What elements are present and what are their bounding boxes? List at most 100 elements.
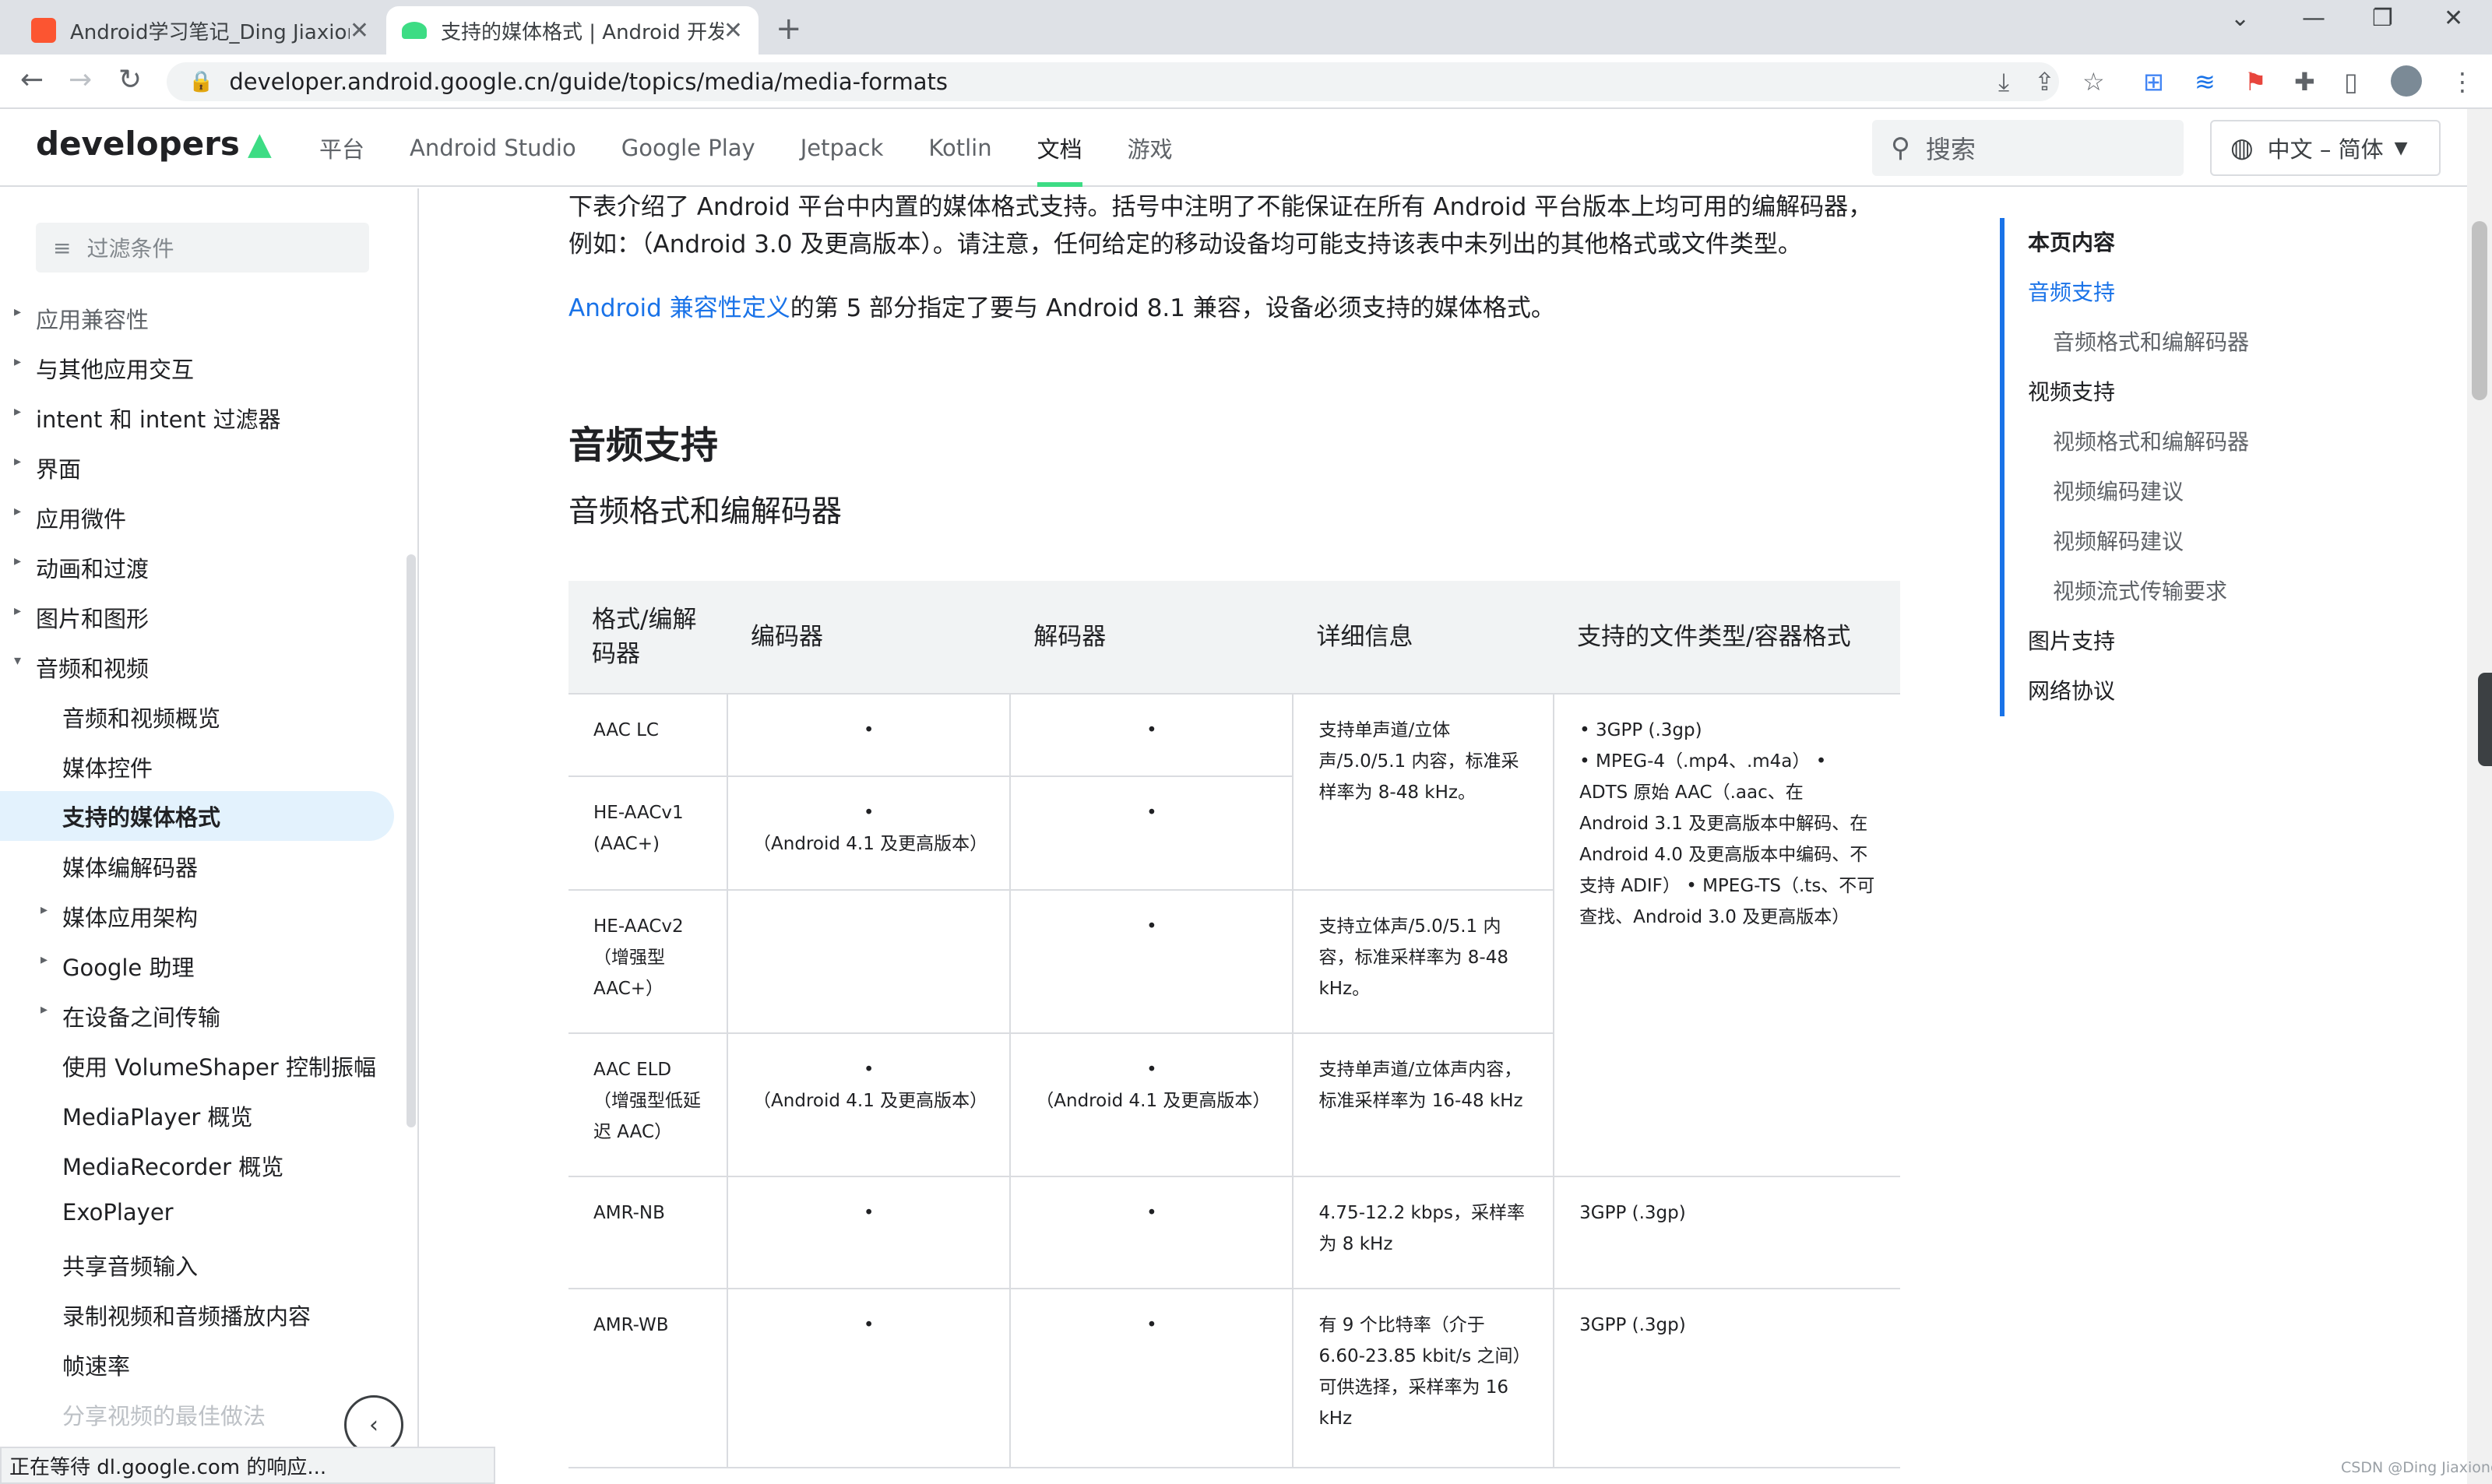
extensions-puzzle-icon[interactable]: ✚ bbox=[2294, 67, 2315, 97]
collapse-triangle-icon: ▾ bbox=[14, 652, 22, 669]
column-header: 详细信息 bbox=[1293, 581, 1554, 695]
toc-item[interactable]: 音频格式和编解码器 bbox=[2005, 318, 2436, 367]
nav-google-play[interactable]: Google Play bbox=[621, 109, 755, 187]
sidebar-item-label: 共享音频输入 bbox=[62, 1254, 199, 1280]
page-scrollbar[interactable] bbox=[2467, 109, 2492, 1484]
tab-search-icon[interactable]: ⌄ bbox=[2230, 5, 2250, 32]
table-row: AMR-WB • • 有 9 个比特率（介于 6.60-23.85 kbit/s… bbox=[568, 1288, 1900, 1468]
containers-cell: • 3GPP (.3gp) • MPEG-4（.mp4、.m4a） • ADTS… bbox=[1553, 693, 1900, 1177]
sidebar-item[interactable]: ▸ 动画和过渡 bbox=[14, 551, 149, 584]
translate-extension-icon[interactable]: ⊞ bbox=[2143, 67, 2164, 97]
cdd-link[interactable]: Android 兼容性定义 bbox=[568, 294, 790, 322]
sidebar-item[interactable]: 音频和视频概览 bbox=[62, 701, 220, 733]
language-select[interactable]: ◍ 中文 – 简体 ▼ bbox=[2210, 120, 2441, 176]
tab-media-formats[interactable]: 支持的媒体格式 | Android 开发者 ✕ bbox=[386, 6, 759, 55]
sidebar-item[interactable]: 使用 VolumeShaper 控制振幅 bbox=[62, 1050, 376, 1082]
sidebar-item[interactable]: 帧速率 bbox=[62, 1349, 130, 1381]
restore-icon[interactable]: ❐ bbox=[2372, 5, 2393, 32]
share-icon[interactable]: ⇪ bbox=[2034, 67, 2055, 97]
close-window-icon[interactable]: ✕ bbox=[2444, 5, 2463, 32]
side-panel-handle[interactable] bbox=[2478, 673, 2492, 766]
sidebar-item[interactable]: 媒体控件 bbox=[62, 751, 153, 783]
sidebar-item-label: 界面 bbox=[36, 456, 82, 483]
toc-item[interactable]: 图片支持 bbox=[2005, 617, 2436, 666]
format-cell: AAC ELD（增强型低延迟 AAC） bbox=[568, 1032, 729, 1177]
extension-icon[interactable]: ≋ bbox=[2195, 67, 2216, 97]
toc-item[interactable]: 视频支持 bbox=[2005, 367, 2436, 417]
page-scrollbar-thumb[interactable] bbox=[2472, 221, 2487, 400]
sidebar-item[interactable]: 媒体编解码器 bbox=[62, 850, 198, 883]
tab-title: 支持的媒体格式 | Android 开发者 bbox=[441, 20, 723, 44]
nav-games[interactable]: 游戏 bbox=[1128, 109, 1173, 187]
new-tab-button[interactable]: + bbox=[776, 11, 802, 47]
sidebar-item[interactable]: ▸ intent 和 intent 过滤器 bbox=[14, 402, 280, 434]
sidebar-item[interactable]: MediaPlayer 概览 bbox=[62, 1099, 253, 1132]
sidebar-item[interactable]: ▸ 与其他应用交互 bbox=[14, 352, 194, 385]
sidebar-item[interactable]: ▸ Google 助理 bbox=[40, 950, 195, 983]
language-label: 中文 – 简体 bbox=[2267, 136, 2384, 163]
toc-item[interactable]: 网络协议 bbox=[2005, 666, 2436, 716]
containers-cell: 3GPP (.3gp) bbox=[1553, 1176, 1900, 1289]
sidebar-item[interactable]: ▸ 应用兼容性 bbox=[14, 302, 149, 335]
column-header: 编码器 bbox=[727, 581, 1011, 695]
reload-icon[interactable]: ↻ bbox=[118, 64, 142, 96]
site-header: developers ▲ 平台 Android Studio Google Pl… bbox=[0, 109, 2467, 187]
profile-avatar[interactable] bbox=[2391, 65, 2422, 97]
sidebar-item-label: Google 助理 bbox=[62, 955, 195, 981]
toc-item[interactable]: 音频支持 bbox=[2005, 268, 2436, 318]
sidebar-item[interactable]: MediaRecorder 概览 bbox=[62, 1149, 283, 1182]
back-icon[interactable]: ← bbox=[20, 64, 44, 96]
format-cell: HE-AACv2（增强型 AAC+） bbox=[568, 889, 729, 1034]
sidebar-item-label: 媒体应用架构 bbox=[62, 905, 199, 931]
site-search-input[interactable]: ⚲ 搜索 bbox=[1872, 120, 2184, 176]
bookmark-star-icon[interactable]: ☆ bbox=[2082, 67, 2105, 97]
developers-logo[interactable]: developers ▲ bbox=[36, 125, 272, 163]
sidebar-item[interactable]: ▸ 媒体应用架构 bbox=[40, 900, 199, 933]
sidebar-item[interactable]: ▾ 音频和视频 bbox=[14, 651, 149, 684]
details-cell: 支持单声道/立体声/5.0/5.1 内容，标准采样率为 8-48 kHz。 bbox=[1292, 693, 1555, 891]
sidebar-item[interactable]: ▸ 图片和图形 bbox=[14, 601, 149, 634]
collapse-sidebar-button[interactable]: ‹ bbox=[344, 1395, 403, 1451]
toc-item[interactable]: 视频解码建议 bbox=[2005, 517, 2436, 567]
sidebar-item[interactable]: ▸ 应用微件 bbox=[14, 501, 126, 534]
close-tab-icon[interactable]: ✕ bbox=[723, 17, 743, 44]
close-tab-icon[interactable]: ✕ bbox=[350, 17, 369, 44]
side-panel-icon[interactable]: ▯ bbox=[2344, 67, 2358, 97]
sidebar-item-active[interactable]: 支持的媒体格式 bbox=[0, 791, 394, 841]
expand-triangle-icon: ▸ bbox=[14, 353, 22, 370]
nav-jetpack[interactable]: Jetpack bbox=[801, 109, 884, 187]
sidebar-item[interactable]: ExoPlayer bbox=[62, 1199, 174, 1226]
format-cell: AMR-NB bbox=[568, 1176, 729, 1289]
android-favicon-icon bbox=[402, 22, 427, 39]
menu-kebab-icon[interactable]: ⋮ bbox=[2450, 67, 2475, 97]
nav-kotlin[interactable]: Kotlin bbox=[928, 109, 991, 187]
toc-item[interactable]: 视频格式和编解码器 bbox=[2005, 417, 2436, 467]
forward-icon[interactable]: → bbox=[69, 64, 92, 96]
extension-icon[interactable]: ⚑ bbox=[2244, 67, 2267, 97]
table-row: AMR-NB • • 4.75-12.2 kbps，采样率为 8 kHz 3GP… bbox=[568, 1176, 1900, 1289]
sidebar-scrollbar[interactable] bbox=[407, 554, 416, 1127]
toc-item[interactable]: 视频编码建议 bbox=[2005, 467, 2436, 517]
minimize-icon[interactable]: — bbox=[2302, 5, 2325, 32]
install-icon[interactable]: ⤓ bbox=[1998, 67, 2009, 97]
nav-android-studio[interactable]: Android Studio bbox=[410, 109, 576, 187]
toc-item[interactable]: 视频流式传输要求 bbox=[2005, 567, 2436, 617]
url-bar[interactable]: 🔒 developer.android.google.cn/guide/topi… bbox=[167, 62, 2059, 101]
cdd-text: 的第 5 部分指定了要与 Android 8.1 兼容，设备必须支持的媒体格式。 bbox=[790, 294, 1555, 322]
sidebar-item[interactable]: 录制视频和音频播放内容 bbox=[62, 1299, 311, 1331]
chevron-left-icon: ‹ bbox=[369, 1411, 378, 1439]
decoder-cell: • bbox=[1009, 775, 1294, 891]
encoder-cell: • bbox=[727, 1288, 1012, 1468]
sidebar-item[interactable]: 分享视频的最佳做法 bbox=[62, 1398, 266, 1431]
sidebar-item[interactable]: ▸ 界面 bbox=[14, 452, 82, 484]
nav-docs[interactable]: 文档 bbox=[1037, 109, 1082, 187]
encoder-cell: • （Android 4.1 及更高版本） bbox=[727, 1032, 1012, 1177]
nav-platform[interactable]: 平台 bbox=[319, 109, 364, 187]
details-cell: 4.75-12.2 kbps，采样率为 8 kHz bbox=[1292, 1176, 1555, 1289]
filter-input[interactable]: ≡ 过滤条件 bbox=[36, 223, 369, 273]
tab-csdn[interactable]: Android学习笔记_Ding Jiaxiong ✕ bbox=[16, 6, 385, 55]
sidebar-item[interactable]: ▸ 在设备之间传输 bbox=[40, 1000, 220, 1032]
audio-formats-table: 格式/编解码器 编码器 解码器 详细信息 支持的文件类型/容器格式 AAC LC… bbox=[568, 581, 1900, 1468]
lock-icon[interactable]: 🔒 bbox=[188, 70, 213, 93]
sidebar-item[interactable]: 共享音频输入 bbox=[62, 1249, 198, 1282]
